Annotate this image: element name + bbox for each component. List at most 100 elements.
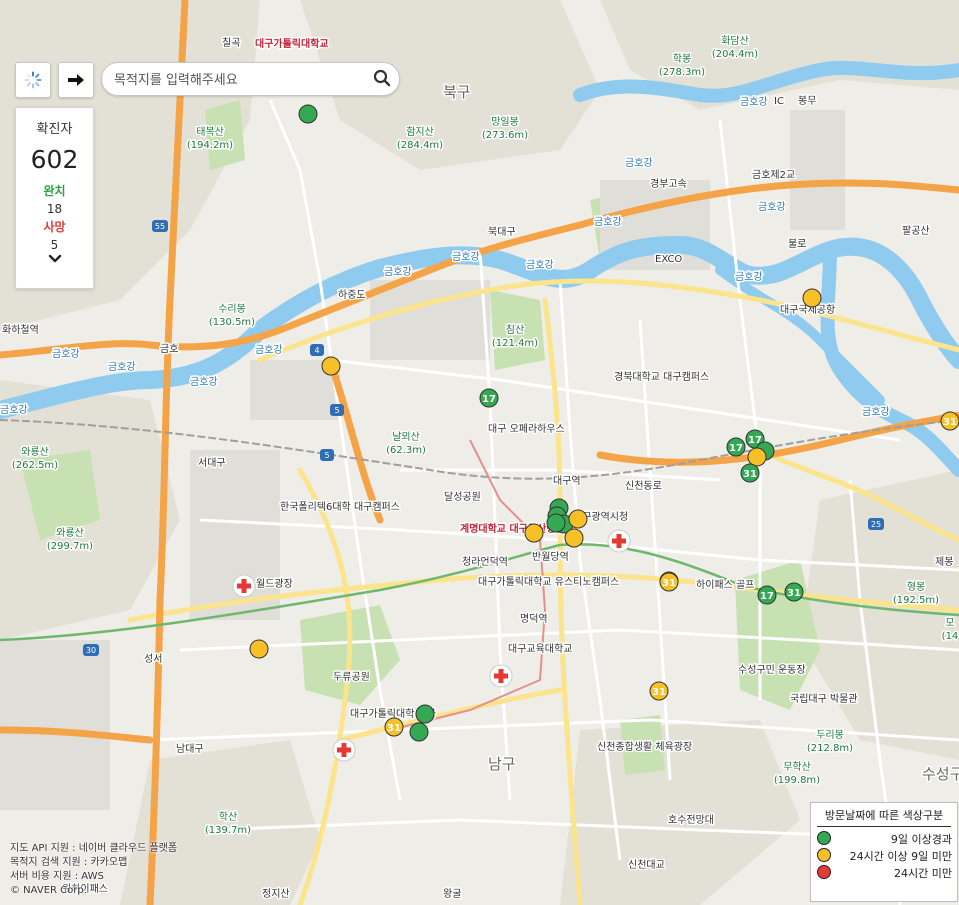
case-marker[interactable]: 17 [726,437,746,457]
district-label: 수성구 [922,765,959,783]
svg-text:한국폴리텍6대학 대구캠퍼스: 한국폴리텍6대학 대구캠퍼스 [280,501,400,513]
svg-text:금호강: 금호강 [255,344,283,356]
legend-label: 24시간 이상 9일 미만 [849,850,952,863]
svg-text:두류공원: 두류공원 [333,671,370,683]
svg-text:5: 5 [324,451,329,460]
svg-text:무학산: 무학산 [783,761,811,773]
case-marker[interactable] [298,104,318,124]
svg-text:(212.8m): (212.8m) [807,743,853,754]
case-marker-label: 31 [662,578,676,589]
svg-text:봉무: 봉무 [798,95,816,107]
case-marker[interactable] [409,722,429,742]
svg-text:망일봉: 망일봉 [491,116,519,128]
legend-item: 24시간 미만 [811,864,957,881]
svg-text:금호강: 금호강 [52,348,80,360]
location-button[interactable] [15,62,51,98]
naver-copyright[interactable]: © NAVER Corp. [10,884,177,898]
case-marker[interactable]: 31 [649,681,669,701]
svg-text:금호강: 금호강 [526,259,554,271]
svg-text:국립대구 박물관: 국립대구 박물관 [790,692,858,705]
case-marker[interactable] [249,639,269,659]
svg-text:왕굴: 왕굴 [443,888,461,900]
chevron-down-icon[interactable] [48,253,62,265]
svg-text:대구가톨릭대학교: 대구가톨릭대학교 [255,37,329,50]
case-marker[interactable]: 31 [940,411,959,431]
svg-text:하중도: 하중도 [338,288,366,301]
red-cross-icon[interactable] [332,738,356,762]
legend-label: 9일 이상경과 [890,833,952,846]
svg-text:칠곡: 칠곡 [222,37,240,49]
legend-swatch [817,831,831,845]
svg-text:대구역: 대구역 [553,475,581,487]
svg-text:금호강: 금호강 [625,157,653,169]
map-canvas[interactable]: 55 4 5 5 30 25 북구 남구 수성구 금호강 금호강 금호강 금호강… [0,0,959,905]
route-button[interactable] [58,62,94,98]
attribution-line: 서버 비용 지원 : AWS [10,871,104,882]
legend: 방문날짜에 따른 색상구분 9일 이상경과 24시간 이상 9일 미만 24시간… [810,802,958,902]
svg-text:금호강: 금호강 [594,216,622,228]
case-marker-label: 17 [482,394,496,405]
search-icon[interactable] [373,69,391,87]
legend-divider [817,826,951,827]
svg-text:두리봉: 두리봉 [816,729,844,741]
svg-text:청라언덕역: 청라언덕역 [462,556,508,568]
case-marker[interactable]: 31 [384,717,404,737]
svg-text:IC: IC [774,96,784,107]
svg-text:팔공산: 팔공산 [902,225,930,237]
svg-text:(194.2m): (194.2m) [187,140,233,151]
case-marker[interactable] [524,523,544,543]
recovered-count: 18 [46,202,63,216]
svg-text:EXCO: EXCO [655,254,682,265]
svg-text:(204.4m): (204.4m) [712,49,758,60]
svg-text:대구 오페라하우스: 대구 오페라하우스 [488,422,565,435]
search-bar[interactable] [101,62,400,96]
svg-text:침산: 침산 [506,324,524,336]
legend-title: 방문날짜에 따른 색상구분 [824,809,944,822]
legend-label: 24시간 미만 [894,867,952,880]
case-marker[interactable]: 17 [479,388,499,408]
svg-text:신천동로: 신천동로 [625,480,662,492]
svg-text:금호강: 금호강 [108,361,136,373]
svg-text:반월당역: 반월당역 [532,551,569,563]
svg-text:(121.4m): (121.4m) [492,338,538,349]
svg-text:(130.5m): (130.5m) [209,317,255,328]
svg-text:(14: (14 [942,631,959,642]
svg-text:날뫼산: 날뫼산 [392,431,420,443]
legend-swatch [817,865,831,879]
stats-panel: 확진자 602 완치 18 사망 5 [15,107,94,289]
red-cross-icon[interactable] [489,664,513,688]
loading-spinner-icon [24,71,42,89]
case-marker[interactable]: 31 [740,463,760,483]
district-label: 남구 [488,755,516,773]
svg-text:화담산: 화담산 [721,35,749,47]
svg-text:와룡산: 와룡산 [56,527,84,539]
case-marker[interactable]: 31 [659,572,679,592]
attribution-line: 지도 API 지원 : 네이버 클라우드 플랫폼 [10,843,178,854]
svg-text:금호제2교: 금호제2교 [752,169,795,181]
case-marker-label: 31 [943,417,957,428]
svg-text:신천대교: 신천대교 [628,859,665,871]
svg-text:달성공원: 달성공원 [444,491,481,503]
case-marker[interactable] [802,288,822,308]
svg-text:학산: 학산 [219,811,237,823]
case-marker-label: 31 [743,469,757,480]
svg-text:대구가톨릭대학교 유스티노캠퍼스: 대구가톨릭대학교 유스티노캠퍼스 [478,576,619,588]
case-marker[interactable] [568,509,588,529]
case-marker[interactable] [747,447,767,467]
svg-text:서대구: 서대구 [198,457,226,469]
svg-text:학봉: 학봉 [673,53,691,65]
svg-text:5: 5 [334,406,339,415]
case-marker[interactable]: 31 [784,582,804,602]
search-input[interactable] [112,69,366,91]
case-marker[interactable] [321,356,341,376]
case-marker[interactable] [415,704,435,724]
svg-text:금호강: 금호강 [384,266,412,278]
case-marker[interactable] [546,513,566,533]
svg-text:명덕역: 명덕역 [520,613,548,625]
case-marker[interactable]: 17 [757,585,777,605]
svg-text:(278.3m): (278.3m) [659,67,705,78]
red-cross-icon[interactable] [232,574,256,598]
svg-text:신천종합생활 체육광장: 신천종합생활 체육광장 [597,740,692,753]
case-marker[interactable] [564,528,584,548]
red-cross-icon[interactable] [607,529,631,553]
